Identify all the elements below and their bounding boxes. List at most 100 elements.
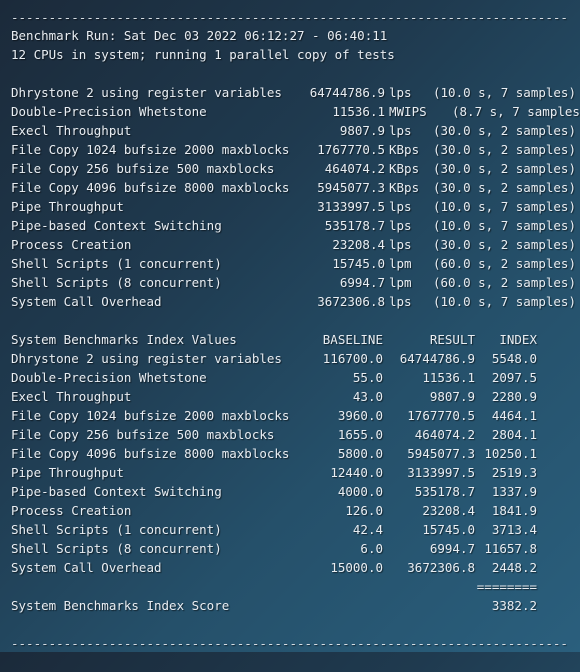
result-test-name: Process Creation bbox=[11, 237, 132, 252]
index-result: 15745.0 bbox=[422, 522, 475, 537]
index-row: Execl Throughput 43.0 9807.9 2280.9 bbox=[11, 387, 537, 406]
result-note: (30.0 s, 2 samples) bbox=[433, 180, 576, 195]
index-score-row: System Benchmarks Index Score 3382.2 bbox=[11, 596, 537, 615]
index-result: 464074.2 bbox=[414, 427, 475, 442]
index-value: 1841.9 bbox=[491, 503, 537, 518]
result-unit: lpm bbox=[389, 256, 412, 271]
index-row: System Call Overhead 15000.0 3672306.8 2… bbox=[11, 558, 537, 577]
index-baseline: 42.4 bbox=[352, 522, 383, 537]
index-test-name: Dhrystone 2 using register variables bbox=[11, 351, 282, 366]
result-note: (30.0 s, 2 samples) bbox=[433, 142, 576, 157]
result-test-name: Pipe Throughput bbox=[11, 199, 124, 214]
result-unit: lps bbox=[389, 218, 412, 233]
result-unit: MWIPS bbox=[389, 104, 427, 119]
index-value: 5548.0 bbox=[491, 351, 537, 366]
result-value: 5945077.3 bbox=[317, 180, 385, 195]
result-note: (30.0 s, 2 samples) bbox=[433, 237, 576, 252]
result-unit: lps bbox=[389, 294, 412, 309]
result-test-name: Double-Precision Whetstone bbox=[11, 104, 207, 119]
index-row: Process Creation 126.0 23208.4 1841.9 bbox=[11, 501, 537, 520]
index-test-name: Shell Scripts (8 concurrent) bbox=[11, 541, 222, 556]
benchmark-run-line: Benchmark Run: Sat Dec 03 2022 06:12:27 … bbox=[11, 28, 388, 43]
index-baseline: 43.0 bbox=[352, 389, 383, 404]
result-row: Shell Scripts (8 concurrent) 6994.7 lpm … bbox=[11, 273, 576, 292]
index-test-name: File Copy 4096 bufsize 8000 maxblocks bbox=[11, 446, 290, 461]
result-value: 464074.2 bbox=[324, 161, 385, 176]
index-test-name: Process Creation bbox=[11, 503, 132, 518]
result-note: (10.0 s, 7 samples) bbox=[433, 294, 576, 309]
cpu-info-line: 12 CPUs in system; running 1 parallel co… bbox=[11, 47, 395, 62]
result-test-name: Execl Throughput bbox=[11, 123, 132, 138]
index-test-name: Pipe Throughput bbox=[11, 465, 124, 480]
result-value: 23208.4 bbox=[332, 237, 385, 252]
index-result: 11536.1 bbox=[422, 370, 475, 385]
score-separator-row: ======== bbox=[11, 577, 537, 596]
index-result: 1767770.5 bbox=[407, 408, 475, 423]
result-unit: KBps bbox=[389, 142, 420, 157]
index-baseline: 1655.0 bbox=[337, 427, 383, 442]
result-row: Dhrystone 2 using register variables 647… bbox=[11, 83, 576, 102]
result-row: Double-Precision Whetstone 11536.1 MWIPS… bbox=[11, 102, 580, 121]
index-baseline: 126.0 bbox=[345, 503, 383, 518]
index-test-name: File Copy 1024 bufsize 2000 maxblocks bbox=[11, 408, 290, 423]
index-result: 23208.4 bbox=[422, 503, 475, 518]
index-baseline: 12440.0 bbox=[330, 465, 383, 480]
index-baseline: 116700.0 bbox=[322, 351, 383, 366]
index-value: 2280.9 bbox=[491, 389, 537, 404]
result-value: 1767770.5 bbox=[317, 142, 385, 157]
result-row: Pipe-based Context Switching 535178.7 lp… bbox=[11, 216, 576, 235]
index-column-header: INDEX bbox=[499, 332, 537, 347]
result-row: File Copy 256 bufsize 500 maxblocks 4640… bbox=[11, 159, 576, 178]
index-baseline: 4000.0 bbox=[337, 484, 383, 499]
result-unit: lpm bbox=[389, 275, 412, 290]
index-row: File Copy 1024 bufsize 2000 maxblocks 39… bbox=[11, 406, 537, 425]
result-value: 9807.9 bbox=[339, 123, 385, 138]
index-value: 2097.5 bbox=[491, 370, 537, 385]
index-result: 535178.7 bbox=[414, 484, 475, 499]
result-value: 6994.7 bbox=[339, 275, 385, 290]
result-row: Execl Throughput 9807.9 lps (30.0 s, 2 s… bbox=[11, 121, 576, 140]
result-row: System Call Overhead 3672306.8 lps (10.0… bbox=[11, 292, 576, 311]
index-value: 11657.8 bbox=[484, 541, 537, 556]
index-row: File Copy 4096 bufsize 8000 maxblocks 58… bbox=[11, 444, 537, 463]
index-baseline: 15000.0 bbox=[330, 560, 383, 575]
index-row: Pipe-based Context Switching 4000.0 5351… bbox=[11, 482, 537, 501]
index-value: 2804.1 bbox=[491, 427, 537, 442]
result-row: Process Creation 23208.4 lps (30.0 s, 2 … bbox=[11, 235, 576, 254]
index-test-name: Execl Throughput bbox=[11, 389, 132, 404]
result-unit: lps bbox=[389, 199, 412, 214]
index-value: 2519.3 bbox=[491, 465, 537, 480]
index-row: Double-Precision Whetstone 55.0 11536.1 … bbox=[11, 368, 537, 387]
result-note: (30.0 s, 2 samples) bbox=[433, 161, 576, 176]
index-test-name: Shell Scripts (1 concurrent) bbox=[11, 522, 222, 537]
result-unit: lps bbox=[389, 123, 412, 138]
result-value: 3133997.5 bbox=[317, 199, 385, 214]
result-note: (30.0 s, 2 samples) bbox=[433, 123, 576, 138]
baseline-column-header: BASELINE bbox=[322, 332, 383, 347]
result-note: (10.0 s, 7 samples) bbox=[433, 85, 576, 100]
index-result: 3133997.5 bbox=[407, 465, 475, 480]
result-unit: KBps bbox=[389, 161, 420, 176]
result-note: (60.0 s, 2 samples) bbox=[433, 275, 576, 290]
index-value: 2448.2 bbox=[491, 560, 537, 575]
index-row: Shell Scripts (8 concurrent) 6.0 6994.7 … bbox=[11, 539, 537, 558]
index-result: 9807.9 bbox=[429, 389, 475, 404]
result-value: 64744786.9 bbox=[309, 85, 385, 100]
index-test-name: System Call Overhead bbox=[11, 560, 162, 575]
index-row: Pipe Throughput 12440.0 3133997.5 2519.3 bbox=[11, 463, 537, 482]
result-unit: lps bbox=[389, 85, 412, 100]
index-score-label: System Benchmarks Index Score bbox=[11, 598, 230, 613]
index-value: 1337.9 bbox=[491, 484, 537, 499]
result-note: (60.0 s, 2 samples) bbox=[433, 256, 576, 271]
result-value: 3672306.8 bbox=[317, 294, 385, 309]
result-row: File Copy 1024 bufsize 2000 maxblocks 17… bbox=[11, 140, 576, 159]
index-table-title: System Benchmarks Index Values bbox=[11, 332, 237, 347]
result-row: Shell Scripts (1 concurrent) 15745.0 lpm… bbox=[11, 254, 576, 273]
result-unit: KBps bbox=[389, 180, 420, 195]
index-test-name: Pipe-based Context Switching bbox=[11, 484, 222, 499]
terminal-window[interactable]: ----------------------------------------… bbox=[0, 0, 580, 652]
score-separator: ======== bbox=[476, 579, 537, 594]
index-baseline: 3960.0 bbox=[337, 408, 383, 423]
index-result: 64744786.9 bbox=[399, 351, 475, 366]
index-value: 4464.1 bbox=[491, 408, 537, 423]
